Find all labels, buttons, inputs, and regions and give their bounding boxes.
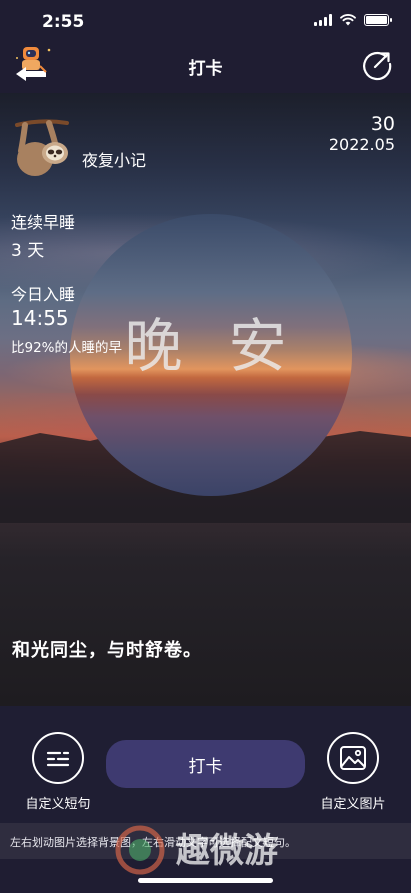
- battery-icon: [364, 14, 392, 26]
- custom-phrase-button[interactable]: 自定义短句: [13, 732, 103, 812]
- streak-value: 3 天: [11, 241, 45, 261]
- nav-bar: 打卡: [0, 44, 411, 92]
- footer-area: [0, 859, 411, 893]
- sleep-compare-text: 比92%的人睡的早: [11, 340, 123, 356]
- hint-text: 左右划动图片选择背景图，左右滑动文字可选择配文短句。: [10, 836, 296, 849]
- page-title: 打卡: [188, 59, 223, 79]
- text-lines-icon: [32, 732, 84, 784]
- checkin-card[interactable]: 晚安 夜复小记 30 2022.05 连续早睡 3 天 今日入睡 14:55 比…: [0, 93, 411, 706]
- share-circle-icon: [363, 51, 392, 81]
- sleep-label: 今日入睡: [11, 285, 76, 304]
- sloth-avatar: [15, 119, 69, 176]
- signal-icon: [314, 14, 332, 26]
- quote-text[interactable]: 和光同尘，与时舒卷。: [12, 636, 202, 662]
- status-icons: [314, 14, 392, 26]
- bottom-action-bar: 自定义短句 打卡 自定义图片: [0, 706, 411, 823]
- home-indicator: [138, 878, 273, 883]
- checkin-button[interactable]: 打卡: [106, 740, 305, 788]
- status-time: 2:55: [42, 12, 85, 32]
- date-day: 30: [370, 113, 395, 135]
- custom-image-label: 自定义图片: [320, 797, 386, 812]
- status-bar: 2:55: [0, 0, 411, 44]
- hint-bar: 左右划动图片选择背景图，左右滑动文字可选择配文短句。: [0, 823, 411, 859]
- streak-label: 连续早睡: [11, 213, 76, 232]
- sleep-time: 14:55: [11, 306, 69, 330]
- custom-phrase-label: 自定义短句: [25, 797, 91, 812]
- date-month: 2022.05: [328, 135, 395, 154]
- share-button[interactable]: [359, 47, 395, 83]
- custom-image-button[interactable]: 自定义图片: [308, 732, 398, 812]
- wifi-icon: [340, 14, 356, 26]
- landscape-image-icon: [327, 732, 379, 784]
- diary-name: 夜复小记: [82, 151, 147, 170]
